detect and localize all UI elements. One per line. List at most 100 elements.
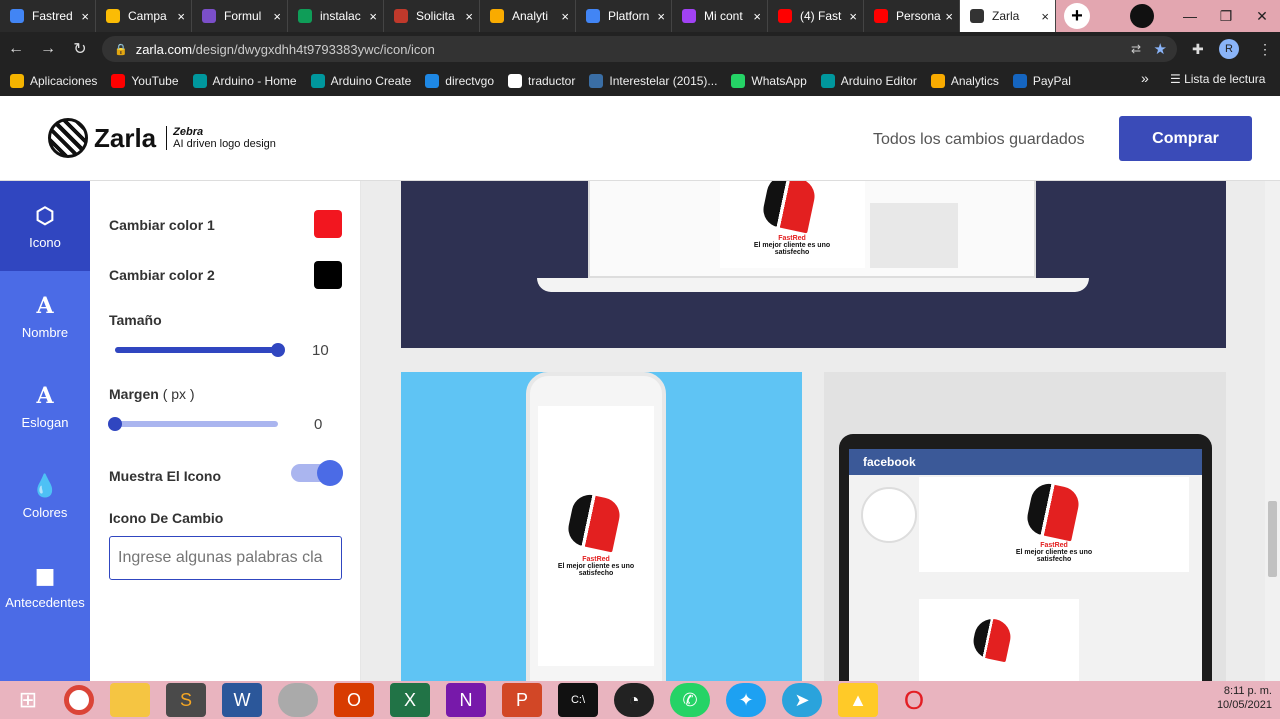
office-icon[interactable]: O <box>334 683 374 717</box>
speaker-app-icon[interactable] <box>278 683 318 717</box>
minimize-icon[interactable]: — <box>1172 8 1208 24</box>
tab-close-icon[interactable]: × <box>177 9 185 24</box>
sidenav-item-antecedentes[interactable]: ■ Antecedentes <box>0 541 90 631</box>
url-bar[interactable]: 🔒 zarla.com/design/dwygxdhh4t9793383ywc/… <box>102 36 1177 62</box>
zarla-logo[interactable]: Zarla Zebra AI driven logo design <box>48 118 276 158</box>
clock-date: 10/05/2021 <box>1216 699 1272 711</box>
tab-close-icon[interactable]: × <box>561 9 569 24</box>
tab-close-icon[interactable]: × <box>81 9 89 24</box>
terminal-icon[interactable]: C:\ <box>558 683 598 717</box>
margin-unit: ( px ) <box>162 386 195 402</box>
scrollbar-thumb[interactable] <box>1268 501 1277 577</box>
tab-label: Mi cont <box>704 9 743 23</box>
opera-icon[interactable]: O <box>894 683 934 717</box>
show-icon-toggle[interactable] <box>291 460 343 486</box>
firebase-icon[interactable]: ▲ <box>838 683 878 717</box>
show-icon-label: Muestra El Icono <box>109 468 222 484</box>
sidenav-item-nombre[interactable]: A Nombre <box>0 271 90 361</box>
browser-tab[interactable]: Formul × <box>192 0 288 32</box>
tab-close-icon[interactable]: × <box>465 9 473 24</box>
toggle-knob <box>317 460 343 486</box>
sidenav-item-eslogan[interactable]: A Eslogan <box>0 361 90 451</box>
tab-close-icon[interactable]: × <box>753 9 761 24</box>
tab-label: Zarla <box>992 9 1020 23</box>
start-icon[interactable]: ⊞ <box>8 683 48 717</box>
browser-tab[interactable]: Platforn × <box>576 0 672 32</box>
bookmark-item[interactable]: traductor <box>508 74 575 88</box>
tab-close-icon[interactable]: × <box>945 9 953 24</box>
profile-menu-icon[interactable] <box>1130 4 1154 28</box>
bookmark-item[interactable]: Analytics <box>930 74 999 88</box>
tab-close-icon[interactable]: × <box>273 9 281 24</box>
menu-icon[interactable]: ⋮ <box>1258 41 1272 58</box>
margin-slider-handle[interactable] <box>108 417 122 431</box>
zebra-icon <box>48 118 88 158</box>
forward-icon[interactable]: → <box>32 40 64 58</box>
youtube-icon <box>111 74 126 88</box>
onenote-icon[interactable]: N <box>446 683 486 717</box>
restore-icon[interactable]: ❐ <box>1208 8 1244 25</box>
logo-mark <box>760 181 818 234</box>
reload-icon[interactable]: ↻ <box>64 39 96 59</box>
excel-icon[interactable]: X <box>390 683 430 717</box>
twitter-icon[interactable]: ✦ <box>726 683 766 717</box>
telegram-icon[interactable]: ➤ <box>782 683 822 717</box>
margin-slider[interactable] <box>108 417 278 431</box>
size-slider[interactable] <box>115 343 285 357</box>
bookmark-item[interactable]: Interestelar (2015)... <box>589 74 717 88</box>
color1-swatch[interactable] <box>314 210 342 238</box>
film-icon <box>589 74 604 88</box>
extensions-icon[interactable]: ✚ <box>1192 41 1204 58</box>
bookmark-item[interactable]: Arduino - Home <box>192 74 297 88</box>
browser-tab[interactable]: Analyti × <box>480 0 576 32</box>
bookmark-item[interactable]: Aplicaciones <box>10 74 97 88</box>
logo-mark <box>970 615 1014 663</box>
bookmark-item[interactable]: YouTube <box>111 74 179 88</box>
close-window-icon[interactable]: ✕ <box>1244 8 1280 25</box>
tab-close-icon[interactable]: × <box>657 9 665 24</box>
logo-brand: FastRed <box>582 556 610 563</box>
url-path: /design/dwygxdhh4t9793383ywc/icon/icon <box>192 41 435 57</box>
file-explorer-icon[interactable] <box>110 683 150 717</box>
bookmark-item[interactable]: Arduino Editor <box>820 74 917 88</box>
back-icon[interactable]: ← <box>0 40 32 58</box>
browser-tab[interactable]: Solicita × <box>384 0 480 32</box>
page-scrollbar[interactable] <box>1265 181 1280 681</box>
tab-close-icon[interactable]: × <box>1041 9 1049 24</box>
sublime-icon[interactable]: S <box>166 683 206 717</box>
bookmark-item[interactable]: Arduino Create <box>310 74 411 88</box>
tab-close-icon[interactable]: × <box>849 9 857 24</box>
tab-close-icon[interactable]: × <box>369 9 377 24</box>
sidenav-item-icono[interactable]: ⬡ Icono <box>0 181 90 271</box>
sidenav-item-colores[interactable]: 💧 Colores <box>0 451 90 541</box>
browser-tab[interactable]: Persona × <box>864 0 960 32</box>
browser-tab[interactable]: instalac × <box>288 0 384 32</box>
bookmark-item[interactable]: PayPal <box>1012 74 1071 88</box>
bookmark-item[interactable]: WhatsApp <box>731 74 807 88</box>
translate-icon[interactable]: ⇄ <box>1131 42 1141 56</box>
browser-tab-bar: Fastred × Campa × Formul × instalac × Solicita × A… <box>0 0 1280 32</box>
taskbar-clock[interactable]: 8:11 p. m. 10/05/2021 <box>1217 684 1272 712</box>
whatsapp-icon[interactable]: ✆ <box>670 683 710 717</box>
icon-search-input[interactable] <box>109 536 342 580</box>
new-tab-button[interactable]: + <box>1064 3 1090 29</box>
browser-tab[interactable]: Zarla × <box>960 0 1056 32</box>
powerpoint-icon[interactable]: P <box>502 683 542 717</box>
browser-tab[interactable]: Mi cont × <box>672 0 768 32</box>
browser-tab[interactable]: (4) Fast × <box>768 0 864 32</box>
reading-list[interactable]: ☰ Lista de lectura <box>1170 72 1265 86</box>
laptop-logo-card: FastRed El mejor cliente es uno satisfech… <box>720 181 865 268</box>
color2-swatch[interactable] <box>314 261 342 289</box>
size-slider-handle[interactable] <box>271 343 285 357</box>
buy-button[interactable]: Comprar <box>1119 116 1252 161</box>
bookmark-item[interactable]: directvgo <box>425 74 494 88</box>
speedometer-icon[interactable]: ◔ <box>614 683 654 717</box>
chrome-icon[interactable] <box>64 685 94 715</box>
profile-avatar[interactable]: R <box>1219 39 1239 59</box>
bookmark-star-icon[interactable]: ★ <box>1154 40 1167 58</box>
sidenav-label: Icono <box>29 234 61 250</box>
browser-tab[interactable]: Campa × <box>96 0 192 32</box>
word-icon[interactable]: W <box>222 683 262 717</box>
bookmarks-more[interactable]: » <box>1141 70 1149 86</box>
browser-tab[interactable]: Fastred × <box>0 0 96 32</box>
